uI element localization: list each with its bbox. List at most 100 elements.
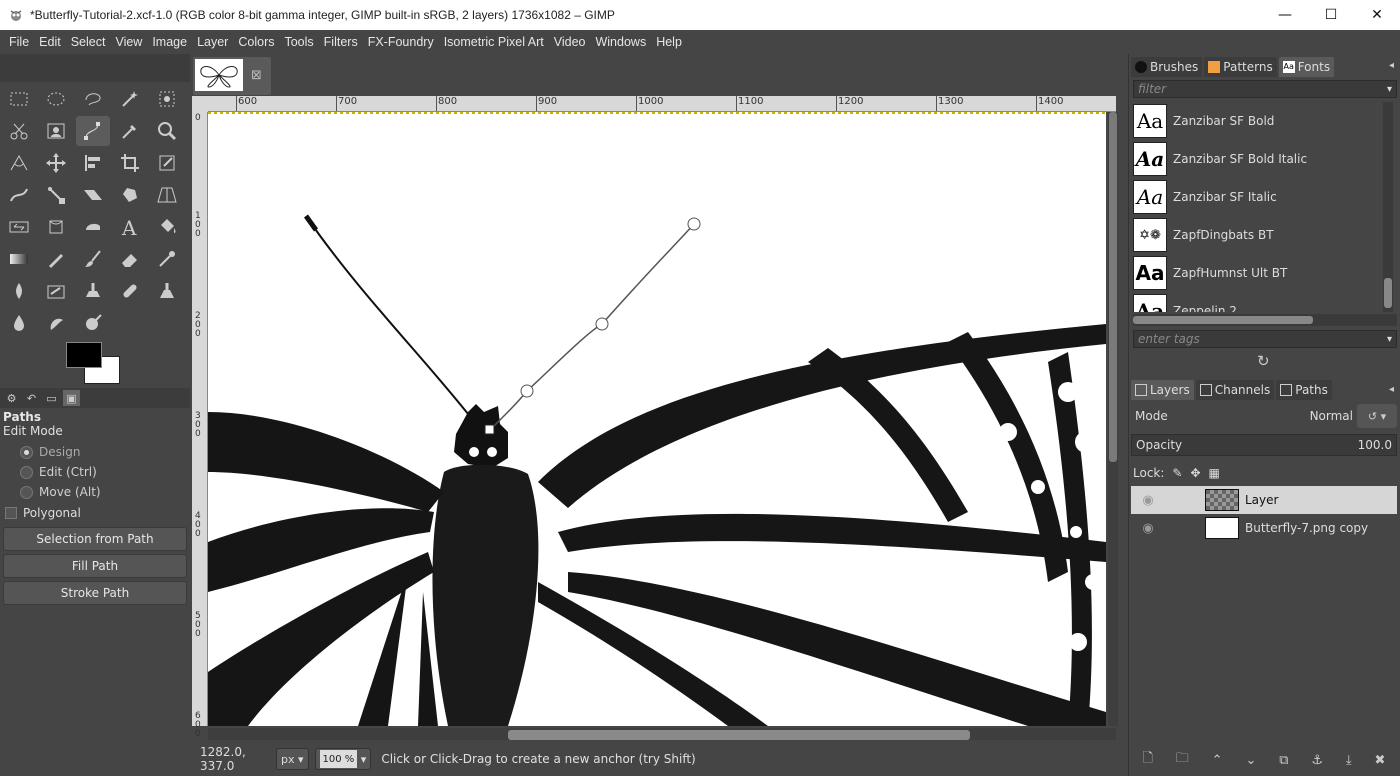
tool-options-tab-icon[interactable]: ⚙: [3, 390, 20, 406]
dodge-burn-tool-icon[interactable]: [76, 308, 110, 338]
lock-alpha-icon[interactable]: ▦: [1209, 466, 1220, 480]
flip-tool-icon[interactable]: [2, 212, 36, 242]
gradient-tool-icon[interactable]: [2, 244, 36, 274]
delete-layer-icon[interactable]: ✖: [1375, 753, 1386, 768]
unified-transform-tool-icon[interactable]: [150, 148, 184, 178]
dock-menu-icon[interactable]: ◂: [1389, 60, 1394, 71]
measure-tool-icon[interactable]: [2, 148, 36, 178]
menu-colors[interactable]: Colors: [233, 35, 279, 49]
lock-position-icon[interactable]: ✥: [1190, 466, 1200, 480]
close-image-tab-icon[interactable]: ⊠: [251, 68, 262, 83]
ruler-corner[interactable]: [192, 96, 208, 112]
font-list-hscroll-thumb[interactable]: [1133, 316, 1313, 324]
unit-select[interactable]: px ▾: [276, 748, 309, 770]
list-item[interactable]: ✡❁ ZapfDingbats BT: [1133, 216, 1383, 254]
horizontal-ruler[interactable]: 600 700 800 900 1000 1100 1200 1300 1400: [208, 96, 1116, 112]
layer-row[interactable]: ◉ Butterfly-7.png copy: [1131, 514, 1397, 542]
shear-tool-icon[interactable]: [76, 180, 110, 210]
handle-transform-tool-icon[interactable]: [39, 180, 73, 210]
font-list-scrollbar[interactable]: [1383, 102, 1393, 312]
chevron-down-icon[interactable]: ▾: [1387, 334, 1392, 345]
horizontal-scrollbar[interactable]: [208, 728, 1116, 740]
undo-history-tab-icon[interactable]: ↶: [23, 390, 40, 406]
maximize-button[interactable]: ☐: [1308, 0, 1354, 30]
menu-filters[interactable]: Filters: [319, 35, 363, 49]
list-item[interactable]: Aa Zanzibar SF Bold: [1133, 102, 1383, 140]
minimize-button[interactable]: —: [1262, 0, 1308, 30]
cage-transform-tool-icon[interactable]: [113, 180, 147, 210]
clone-tool-icon[interactable]: [76, 276, 110, 306]
chevron-down-icon[interactable]: ▾: [1387, 84, 1392, 95]
eye-icon[interactable]: ◉: [1131, 493, 1165, 508]
mode-move-radio[interactable]: Move (Alt): [0, 482, 190, 502]
blur-tool-icon[interactable]: [2, 308, 36, 338]
horizontal-scroll-thumb[interactable]: [508, 730, 970, 740]
layers-menu-icon[interactable]: ◂: [1389, 384, 1394, 395]
vertical-scroll-thumb[interactable]: [1109, 112, 1117, 462]
color-picker-tool-icon[interactable]: [113, 116, 147, 146]
menu-layer[interactable]: Layer: [192, 35, 233, 49]
menu-fx-foundry[interactable]: FX-Foundry: [363, 35, 439, 49]
menu-isometric-pixel-art[interactable]: Isometric Pixel Art: [439, 35, 549, 49]
menu-image[interactable]: Image: [147, 35, 192, 49]
duplicate-layer-icon[interactable]: ⧉: [1279, 753, 1288, 768]
eraser-tool-icon[interactable]: [113, 244, 147, 274]
zoom-value[interactable]: 100 %: [319, 750, 358, 768]
warp-transform-tool-icon[interactable]: [2, 180, 36, 210]
ellipse-select-tool-icon[interactable]: [39, 84, 73, 114]
lock-pixels-icon[interactable]: ✎: [1172, 466, 1182, 480]
selection-from-path-button[interactable]: Selection from Path: [3, 527, 187, 551]
rect-select-tool-icon[interactable]: [2, 84, 36, 114]
tab-layers[interactable]: Layers: [1131, 380, 1194, 400]
tab-paths[interactable]: Paths: [1276, 380, 1332, 400]
new-layer-icon[interactable]: 🗋: [1142, 749, 1152, 771]
paintbrush-tool-icon[interactable]: [76, 244, 110, 274]
pencil-tool-icon[interactable]: [39, 244, 73, 274]
zoom-select[interactable]: 100 % ▾: [314, 748, 372, 770]
bucket-fill-tool-icon[interactable]: [150, 212, 184, 242]
mode-edit-radio[interactable]: Edit (Ctrl): [0, 462, 190, 482]
free-select-tool-icon[interactable]: [76, 84, 110, 114]
polygonal-checkbox[interactable]: Polygonal: [0, 502, 190, 524]
list-item[interactable]: Aa Zanzibar SF Italic: [1133, 178, 1383, 216]
smudge-finger-tool-icon[interactable]: [39, 308, 73, 338]
mode-select[interactable]: Normal: [1283, 409, 1353, 423]
tab-patterns[interactable]: Patterns: [1204, 57, 1277, 77]
perspective-tool-icon[interactable]: [150, 180, 184, 210]
font-list-hscrollbar[interactable]: [1133, 314, 1397, 326]
tags-input[interactable]: enter tags ▾: [1133, 330, 1397, 348]
3d-transform-tool-icon[interactable]: [39, 212, 73, 242]
zoom-tool-icon[interactable]: [150, 116, 184, 146]
font-filter-input[interactable]: filter ▾: [1133, 80, 1397, 98]
layer-row[interactable]: ◉ Layer: [1131, 486, 1397, 514]
opacity-slider[interactable]: Opacity 100.0: [1131, 434, 1397, 456]
eye-icon[interactable]: ◉: [1131, 521, 1165, 536]
menu-file[interactable]: File: [4, 35, 34, 49]
fuzzy-select-tool-icon[interactable]: [113, 84, 147, 114]
device-status-tab-icon[interactable]: ▣: [63, 390, 80, 406]
mode-reset-button[interactable]: ↺ ▾: [1357, 404, 1397, 428]
lower-layer-icon[interactable]: ⌄: [1245, 753, 1256, 768]
menu-view[interactable]: View: [110, 35, 147, 49]
fg-bg-colors[interactable]: [66, 342, 126, 388]
vertical-ruler[interactable]: 0 100 200 300 400 500 600: [192, 112, 208, 739]
heal-tool-icon[interactable]: [113, 276, 147, 306]
list-item[interactable]: Aa ZapfHumnst Ult BT: [1133, 254, 1383, 292]
menu-select[interactable]: Select: [66, 35, 111, 49]
tab-fonts[interactable]: Aa Fonts: [1278, 57, 1335, 77]
image-canvas[interactable]: [208, 112, 1106, 726]
airbrush-tool-icon[interactable]: [150, 244, 184, 274]
mypaint-brush-tool-icon[interactable]: [39, 276, 73, 306]
close-button[interactable]: ✕: [1354, 0, 1400, 30]
ink-tool-icon[interactable]: [2, 276, 36, 306]
text-tool-icon[interactable]: A: [113, 212, 147, 242]
menu-tools[interactable]: Tools: [279, 35, 318, 49]
images-tab-icon[interactable]: ▭: [43, 390, 60, 406]
menu-video[interactable]: Video: [549, 35, 591, 49]
foreground-color-swatch[interactable]: [66, 342, 102, 368]
raise-layer-icon[interactable]: ⌃: [1212, 753, 1223, 768]
paths-tool-icon[interactable]: [76, 116, 110, 146]
smudge-tool-icon[interactable]: [76, 212, 110, 242]
tab-brushes[interactable]: Brushes: [1131, 57, 1203, 77]
refresh-fonts-icon[interactable]: ↻: [1257, 352, 1270, 370]
